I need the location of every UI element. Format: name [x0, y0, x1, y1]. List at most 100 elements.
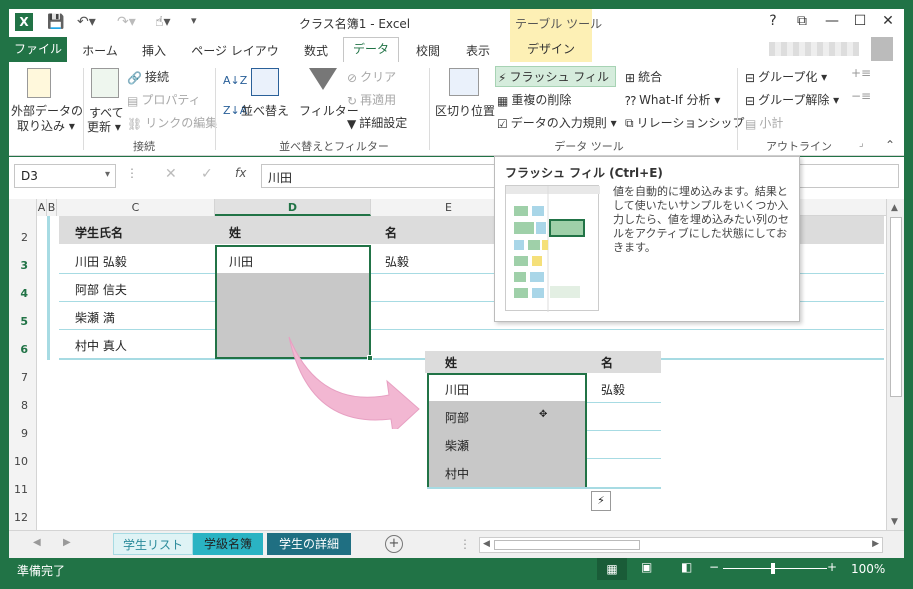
external-data-icon[interactable]	[27, 68, 51, 98]
edit-links-button[interactable]: ⛓ リンクの編集	[127, 114, 217, 131]
header-student-name[interactable]: 学生氏名	[67, 224, 123, 241]
filter-icon[interactable]	[309, 68, 337, 90]
vertical-scrollbar[interactable]: ▲ ▼	[886, 199, 904, 530]
zoom-out-button[interactable]: −	[709, 560, 719, 574]
properties-button[interactable]: ▤ プロパティ	[127, 91, 201, 108]
outline-dialog-launcher-icon[interactable]: ⌟	[859, 138, 864, 149]
header-given-name[interactable]: 名	[377, 224, 397, 241]
sheet-prev-icon[interactable]: ◀	[33, 537, 41, 548]
column-header-d[interactable]: D	[215, 199, 371, 216]
collapse-ribbon-icon[interactable]: ⌃	[885, 138, 895, 152]
ribbon-display-button[interactable]: ⧉	[791, 13, 813, 29]
scroll-up-icon[interactable]: ▲	[891, 203, 898, 213]
what-if-button[interactable]: ⁇ What-If 分析 ▾	[625, 91, 720, 108]
tab-page-layout[interactable]: ページ レイアウト	[187, 40, 283, 80]
help-button[interactable]: ?	[762, 13, 784, 29]
header-surname[interactable]: 姓	[221, 224, 241, 241]
column-header-a[interactable]: A	[37, 199, 47, 216]
select-all-corner[interactable]	[9, 199, 37, 216]
zoom-in-button[interactable]: +	[827, 560, 837, 574]
refresh-all-button-line2[interactable]: 更新 ▾	[87, 118, 121, 135]
cell-c3[interactable]: 川田 弘毅	[67, 253, 127, 270]
consolidate-button[interactable]: ⊞ 統合	[625, 68, 662, 85]
hide-detail-icon[interactable]: −≡	[851, 89, 871, 103]
enter-icon[interactable]: ✓	[201, 166, 213, 182]
row-header-2[interactable]: 2	[9, 231, 31, 244]
row-header-5[interactable]: 5	[9, 315, 31, 328]
sheet-tab-student-details[interactable]: 学生の詳細	[267, 533, 351, 555]
add-sheet-button[interactable]: +	[385, 535, 403, 553]
tab-review[interactable]: 校閲	[403, 40, 453, 62]
column-header-b[interactable]: B	[47, 199, 57, 216]
external-data-button-line2[interactable]: 取り込み ▾	[17, 117, 75, 134]
row-header-7[interactable]: 7	[9, 371, 31, 384]
clear-button[interactable]: ⊘ クリア	[347, 68, 396, 85]
account-name[interactable]	[769, 42, 859, 56]
touch-mode-icon[interactable]: ☝▾	[155, 14, 171, 30]
page-layout-view-icon[interactable]: ▣	[641, 560, 652, 574]
flash-fill-button[interactable]: ⚡ フラッシュ フィル	[495, 66, 617, 87]
data-validation-button[interactable]: ☑ データの入力規則 ▾	[497, 114, 617, 131]
cell-c4[interactable]: 阿部 信夫	[67, 281, 127, 298]
normal-view-icon[interactable]: ▦	[597, 558, 627, 580]
scroll-down-icon[interactable]: ▼	[891, 517, 898, 527]
cancel-icon[interactable]: ✕	[165, 166, 177, 182]
sheet-next-icon[interactable]: ▶	[63, 537, 71, 548]
refresh-all-icon[interactable]	[91, 68, 119, 98]
scroll-left-icon[interactable]: ◀	[483, 539, 490, 549]
advanced-button[interactable]: ▼ 詳細設定	[347, 114, 407, 131]
horizontal-scroll-thumb[interactable]	[494, 540, 640, 550]
group-button[interactable]: ⊟ グループ化 ▾	[745, 68, 827, 85]
row-header-10[interactable]: 10	[9, 455, 31, 468]
avatar-icon[interactable]	[871, 37, 893, 61]
sort-az-icon[interactable]: A↓Z	[223, 74, 247, 87]
row-header-3[interactable]: 3	[9, 259, 31, 272]
vertical-scroll-thumb[interactable]	[890, 217, 902, 397]
flash-fill-options-icon[interactable]: ⚡	[591, 491, 611, 511]
ungroup-button[interactable]: ⊟ グループ解除 ▾	[745, 91, 839, 108]
undo-icon[interactable]: ↶▾	[77, 14, 96, 30]
connections-button[interactable]: 🔗 接続	[127, 68, 169, 85]
name-box[interactable]: D3 ▾	[14, 164, 116, 188]
close-button[interactable]: ✕	[877, 13, 899, 29]
row-header-4[interactable]: 4	[9, 287, 31, 300]
horizontal-scrollbar[interactable]: ◀ ▶	[479, 537, 883, 553]
sort-button[interactable]: 並べ替え	[241, 102, 289, 119]
tab-home[interactable]: ホーム	[75, 40, 125, 62]
zoom-level[interactable]: 100%	[851, 562, 885, 576]
remove-duplicates-button[interactable]: ▦ 重複の削除	[497, 91, 571, 108]
row-header-8[interactable]: 8	[9, 399, 31, 412]
customize-qat-icon[interactable]: ▾	[191, 14, 197, 27]
page-break-view-icon[interactable]: ◧	[681, 560, 692, 574]
tab-view[interactable]: 表示	[455, 40, 501, 62]
show-detail-icon[interactable]: +≡	[851, 66, 871, 80]
reapply-button[interactable]: ↻ 再適用	[347, 91, 396, 108]
cell-e3[interactable]: 弘毅	[377, 253, 409, 270]
text-to-columns-icon[interactable]	[449, 68, 479, 96]
text-to-columns-button[interactable]: 区切り位置	[435, 102, 495, 119]
zoom-slider[interactable]	[723, 568, 827, 569]
save-icon[interactable]: 💾	[47, 14, 64, 30]
cell-c5[interactable]: 柴瀬 満	[67, 309, 115, 326]
row-header-9[interactable]: 9	[9, 427, 31, 440]
insert-function-button[interactable]: fx	[235, 166, 246, 180]
row-header-11[interactable]: 11	[9, 483, 31, 496]
redo-icon[interactable]: ↷▾	[117, 14, 136, 30]
row-header-6[interactable]: 6	[9, 343, 31, 356]
tab-insert[interactable]: 挿入	[129, 40, 179, 62]
zoom-slider-thumb[interactable]	[771, 563, 775, 574]
row-header-12[interactable]: 12	[9, 511, 31, 524]
scroll-right-icon[interactable]: ▶	[872, 539, 879, 549]
tab-design[interactable]: デザイン	[510, 37, 592, 62]
subtotal-button[interactable]: ▤ 小計	[745, 114, 783, 131]
sheet-tab-student-list[interactable]: 学生リスト	[113, 533, 193, 555]
cell-d3[interactable]: 川田	[221, 253, 253, 270]
column-header-c[interactable]: C	[57, 199, 215, 216]
sheet-tab-class-roster[interactable]: 学級名簿	[193, 533, 263, 555]
relationships-button[interactable]: ⧉ リレーションシップ	[625, 114, 744, 131]
maximize-button[interactable]: ☐	[849, 13, 871, 29]
cell-c6[interactable]: 村中 真人	[67, 337, 127, 354]
sort-icon[interactable]	[251, 68, 279, 96]
tab-formulas[interactable]: 数式	[291, 40, 341, 62]
minimize-button[interactable]: —	[821, 13, 843, 29]
